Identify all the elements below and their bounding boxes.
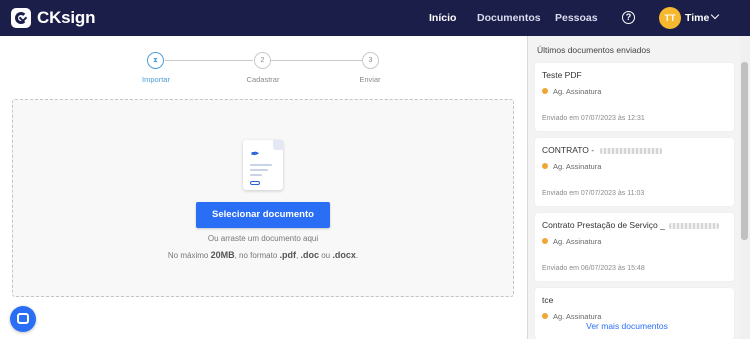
- user-name[interactable]: Time: [685, 12, 709, 24]
- document-signature-icon: ✒: [243, 140, 283, 190]
- status-badge: Ag. Assinatura: [542, 312, 601, 321]
- upload-dropzone[interactable]: [12, 99, 514, 297]
- nav-item-inicio[interactable]: Início: [429, 12, 456, 24]
- recent-document-card[interactable]: Contrato Prestação de Serviço _ Ag. Assi…: [535, 213, 734, 281]
- status-badge: Ag. Assinatura: [542, 162, 601, 171]
- redacted-text: [668, 222, 719, 229]
- status-badge: Ag. Assinatura: [542, 87, 601, 96]
- document-date: Enviado em 07/07/2023 às 11:03: [542, 190, 645, 197]
- brand-name: CKsign: [37, 8, 96, 27]
- document-title: tce: [542, 295, 554, 305]
- stepper-connector: [271, 60, 362, 61]
- nav-item-documentos[interactable]: Documentos: [477, 12, 541, 24]
- chat-icon: [17, 313, 29, 324]
- status-dot-icon: [542, 313, 548, 320]
- select-document-button[interactable]: Selecionar documento: [196, 202, 330, 228]
- top-navbar: [0, 0, 750, 36]
- document-title: Teste PDF: [542, 70, 582, 80]
- recent-document-card[interactable]: Teste PDF Ag. Assinatura Enviado em 07/0…: [535, 63, 734, 131]
- recent-document-card[interactable]: CONTRATO - Ag. Assinatura Enviado em 07/…: [535, 138, 734, 206]
- document-date: Enviado em 06/07/2023 às 15:48: [542, 265, 645, 272]
- step-2-circle: 2: [254, 52, 271, 69]
- step-1-label: Importar: [142, 75, 170, 84]
- user-avatar[interactable]: TT: [659, 7, 681, 29]
- drag-hint: Ou arraste um documento aqui: [207, 234, 319, 243]
- step-1-circle: ⧗: [147, 52, 164, 69]
- help-icon[interactable]: ?: [622, 11, 635, 24]
- status-dot-icon: [542, 88, 548, 95]
- document-title: Contrato Prestação de Serviço _: [542, 220, 719, 230]
- panel-scrollbar-thumb[interactable]: [741, 62, 748, 240]
- recent-document-card[interactable]: tce Ag. Assinatura: [535, 288, 734, 339]
- hourglass-icon: ⧗: [153, 57, 158, 64]
- brand-logo[interactable]: CKsign: [11, 8, 96, 28]
- step-3-label: Enviar: [359, 75, 381, 84]
- status-badge: Ag. Assinatura: [542, 237, 601, 246]
- stepper-connector: [165, 60, 253, 61]
- recent-documents-title: Últimos documentos enviados: [537, 45, 651, 55]
- step-3-circle: 3: [362, 52, 379, 69]
- document-title: CONTRATO -: [542, 145, 663, 155]
- chat-support-button[interactable]: [10, 306, 36, 332]
- file-limits-hint: No máximo 20MB, no formato .pdf, .doc ou…: [167, 250, 359, 260]
- cksign-logo-icon: [11, 8, 31, 28]
- nav-item-pessoas[interactable]: Pessoas: [555, 12, 598, 24]
- status-dot-icon: [542, 238, 548, 245]
- redacted-text: [600, 147, 663, 154]
- see-more-documents-link[interactable]: Ver mais documentos: [527, 321, 727, 331]
- step-2-label: Cadastrar: [246, 75, 280, 84]
- status-dot-icon: [542, 163, 548, 170]
- document-date: Enviado em 07/07/2023 às 12:31: [542, 115, 645, 122]
